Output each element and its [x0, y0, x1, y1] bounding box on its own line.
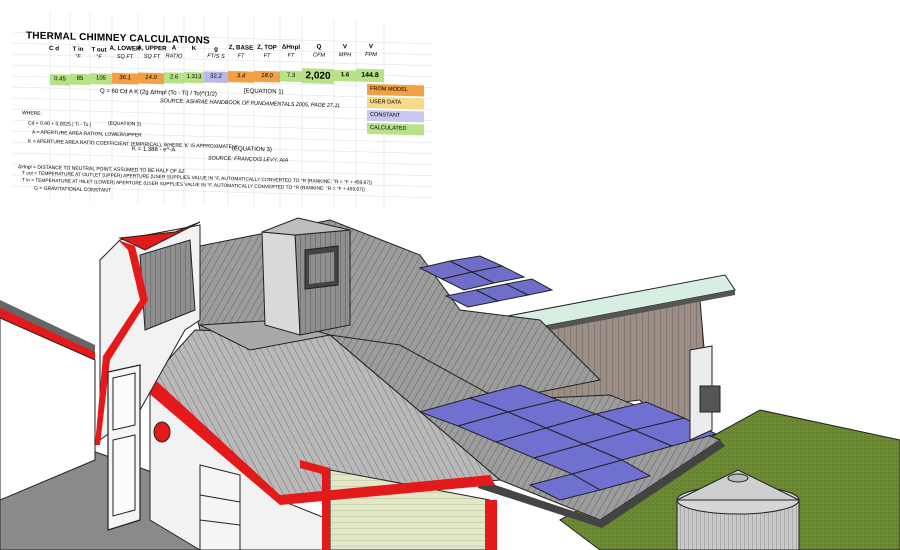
- window-frame: [199, 464, 241, 550]
- section-cut-wall-right: [485, 500, 497, 550]
- window-pane-bottom: [112, 434, 136, 517]
- tall-window: [107, 364, 141, 531]
- thermal-chimney-center-side: [261, 231, 301, 336]
- house-model-view: [0, 217, 900, 550]
- window-pane-top: [112, 372, 136, 431]
- ac-unit: [699, 385, 721, 413]
- front-window: [199, 464, 241, 550]
- tank-hatch: [727, 473, 749, 483]
- round-vent: [153, 421, 171, 443]
- chimney-vent-louvers: [309, 252, 334, 284]
